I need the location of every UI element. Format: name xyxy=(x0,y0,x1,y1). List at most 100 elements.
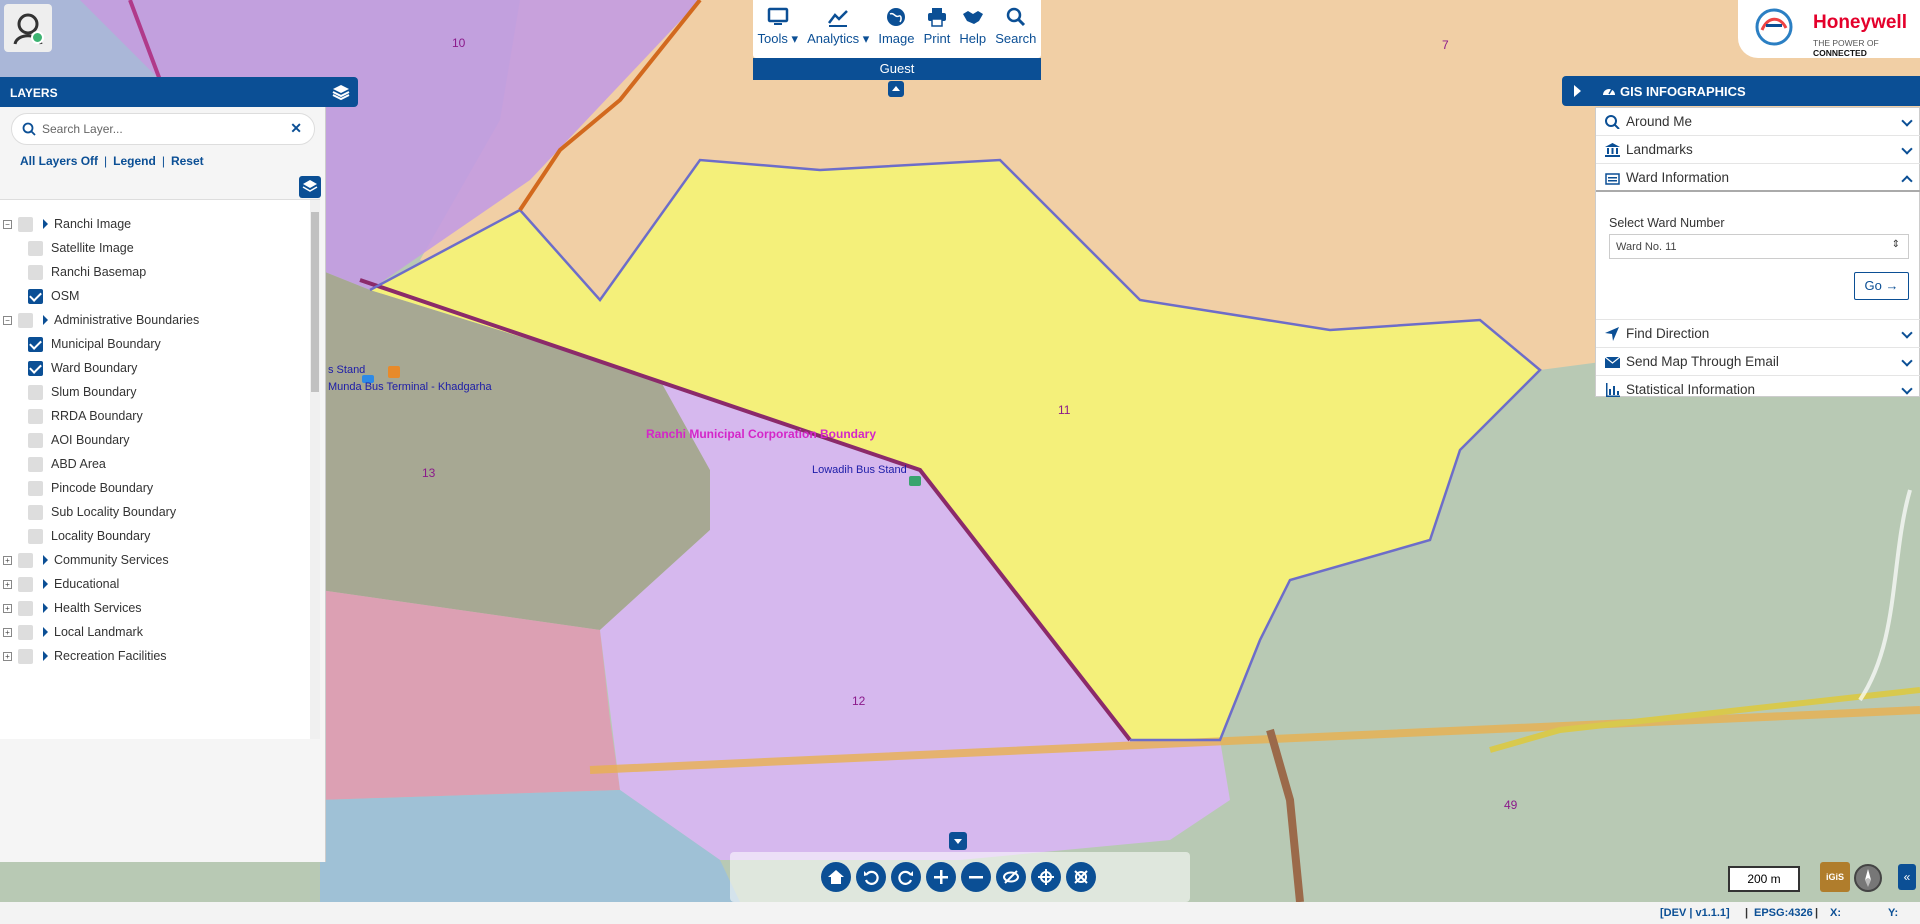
layer-checkbox[interactable] xyxy=(18,576,33,592)
expand-toggle-icon[interactable]: + xyxy=(3,651,12,661)
layer-checkbox[interactable] xyxy=(28,360,43,376)
map-scale: 200 m xyxy=(1728,866,1800,892)
send-map-email-row[interactable]: Send Map Through Email xyxy=(1596,348,1920,376)
zoom-in-button[interactable] xyxy=(926,862,956,892)
select-ward-label: Select Ward Number xyxy=(1609,216,1725,230)
layer-tree-scrollbar[interactable] xyxy=(310,200,320,739)
toolbar-collapse-button[interactable] xyxy=(888,81,904,97)
layer-checkbox[interactable] xyxy=(28,264,43,280)
gis-infographics-header[interactable]: GIS INFOGRAPHICS xyxy=(1562,76,1920,106)
layer-row[interactable]: OSM xyxy=(0,284,79,308)
layer-checkbox[interactable] xyxy=(28,384,43,400)
chevron-up-icon xyxy=(1901,175,1913,187)
hide-layers-button[interactable] xyxy=(996,862,1026,892)
chevron-down-icon xyxy=(1901,355,1913,367)
user-avatar[interactable] xyxy=(4,4,52,52)
layer-search-input[interactable]: Search Layer... ✕ xyxy=(11,113,315,145)
print-button[interactable]: Print xyxy=(924,6,950,58)
layer-tool-button[interactable] xyxy=(299,176,321,198)
layer-row[interactable]: AOI Boundary xyxy=(0,428,130,452)
bottom-toolbar-toggle[interactable] xyxy=(949,832,967,850)
locate-button[interactable] xyxy=(1031,862,1061,892)
tools-button[interactable]: Tools ▾ xyxy=(758,6,798,58)
go-button[interactable]: Go → xyxy=(1854,272,1909,300)
caret-right-icon xyxy=(43,579,48,589)
layer-row[interactable]: − Ranchi Image xyxy=(0,212,131,236)
expand-toggle-icon[interactable]: + xyxy=(3,627,12,637)
layer-checkbox[interactable] xyxy=(18,600,33,616)
zoom-out-button[interactable] xyxy=(961,862,991,892)
around-me-row[interactable]: Around Me xyxy=(1596,108,1920,136)
layer-row[interactable]: RRDA Boundary xyxy=(0,404,143,428)
layer-checkbox[interactable] xyxy=(28,408,43,424)
undo-button[interactable] xyxy=(856,862,886,892)
layer-row[interactable]: Ward Boundary xyxy=(0,356,137,380)
layer-row[interactable]: + Educational xyxy=(0,572,119,596)
layer-checkbox[interactable] xyxy=(18,552,33,568)
ward-information-row[interactable]: Ward Information xyxy=(1596,164,1920,192)
expand-panel-button[interactable]: « xyxy=(1898,864,1916,890)
layer-checkbox[interactable] xyxy=(28,240,43,256)
help-button[interactable]: Help xyxy=(959,6,986,58)
layer-row[interactable]: Locality Boundary xyxy=(0,524,150,548)
layer-tree: − Ranchi Image Satellite Image Ranchi Basem… xyxy=(0,199,320,739)
caret-right-icon xyxy=(43,627,48,637)
expand-toggle-icon[interactable]: + xyxy=(3,603,12,613)
layer-checkbox[interactable] xyxy=(18,624,33,640)
layer-row[interactable]: Pincode Boundary xyxy=(0,476,153,500)
landmark-icon xyxy=(1605,143,1620,157)
layer-checkbox[interactable] xyxy=(28,336,43,352)
layer-row[interactable]: ABD Area xyxy=(0,452,106,476)
redo-button[interactable] xyxy=(891,862,921,892)
layer-row[interactable]: Municipal Boundary xyxy=(0,332,161,356)
igis-logo-icon: iGiS xyxy=(1820,862,1850,892)
layer-row[interactable]: Satellite Image xyxy=(0,236,134,260)
expand-toggle-icon[interactable]: − xyxy=(3,315,12,325)
layer-row[interactable]: Slum Boundary xyxy=(0,380,136,404)
landmarks-row[interactable]: Landmarks xyxy=(1596,136,1920,164)
layer-checkbox[interactable] xyxy=(28,288,43,304)
layer-row[interactable]: + Local Landmark xyxy=(0,620,143,644)
image-label: Image xyxy=(878,31,915,46)
layer-checkbox[interactable] xyxy=(28,480,43,496)
image-button[interactable]: Image xyxy=(878,6,915,58)
search-location-icon xyxy=(1605,115,1620,129)
search-button[interactable]: Search xyxy=(995,6,1036,58)
layer-label: Educational xyxy=(54,577,120,591)
legend-link[interactable]: Legend xyxy=(113,154,156,168)
layer-checkbox[interactable] xyxy=(28,504,43,520)
ward-building-icon xyxy=(1605,173,1620,185)
expand-toggle-icon[interactable]: − xyxy=(3,219,12,229)
layer-checkbox[interactable] xyxy=(18,312,33,328)
layer-row[interactable]: + Recreation Facilities xyxy=(0,644,167,668)
layers-stack-icon[interactable] xyxy=(332,83,350,101)
layer-checkbox[interactable] xyxy=(28,432,43,448)
layer-row[interactable]: Sub Locality Boundary xyxy=(0,500,176,524)
expand-toggle-icon[interactable]: + xyxy=(3,555,12,565)
layer-checkbox[interactable] xyxy=(28,456,43,472)
expand-toggle-icon[interactable]: + xyxy=(3,579,12,589)
north-arrow-icon[interactable] xyxy=(1854,864,1882,892)
layer-row[interactable]: + Community Services xyxy=(0,548,169,572)
layer-label: RRDA Boundary xyxy=(51,409,143,423)
clear-measure-button[interactable] xyxy=(1066,862,1096,892)
home-button[interactable] xyxy=(821,862,851,892)
layer-checkbox[interactable] xyxy=(28,528,43,544)
analytics-button[interactable]: Analytics ▾ xyxy=(807,6,869,58)
layer-checkbox[interactable] xyxy=(18,216,33,232)
reset-link[interactable]: Reset xyxy=(171,154,204,168)
layer-row[interactable]: − Administrative Boundaries xyxy=(0,308,199,332)
find-direction-row[interactable]: Find Direction xyxy=(1596,320,1920,348)
printer-icon xyxy=(927,8,946,27)
layer-row[interactable]: + Health Services xyxy=(0,596,142,620)
crosshair-icon xyxy=(1038,869,1054,885)
clear-search-icon[interactable]: ✕ xyxy=(290,120,302,137)
ward-number-select[interactable]: Ward No. 11 ⇕ xyxy=(1609,234,1909,259)
bar-chart-icon xyxy=(1606,383,1620,397)
globe-icon xyxy=(887,8,906,26)
statistical-information-row[interactable]: Statistical Information xyxy=(1596,376,1920,404)
help-label: Help xyxy=(959,31,987,46)
layer-checkbox[interactable] xyxy=(18,648,33,664)
all-layers-off-link[interactable]: All Layers Off xyxy=(20,154,98,168)
layer-row[interactable]: Ranchi Basemap xyxy=(0,260,146,284)
